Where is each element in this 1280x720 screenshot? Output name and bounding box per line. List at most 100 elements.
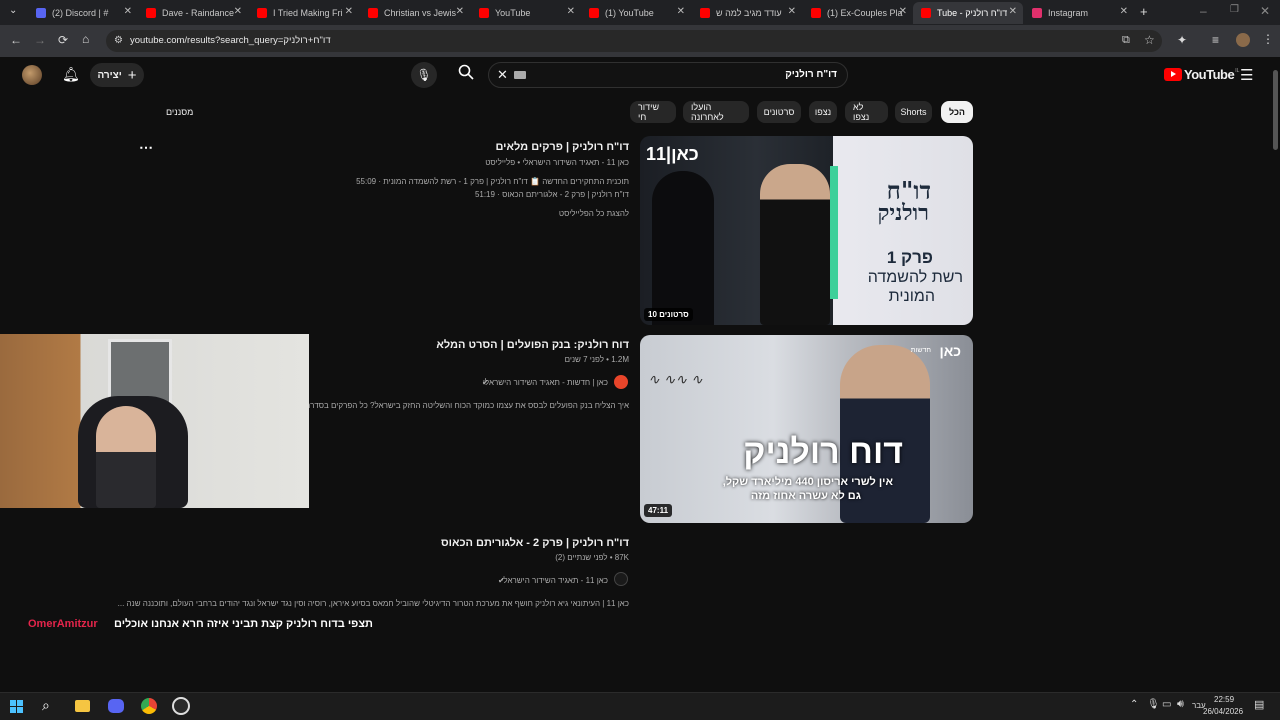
browser-tab[interactable]: YouTube ✕ (471, 2, 581, 24)
voice-search-button[interactable]: 🎙︎ (411, 62, 437, 88)
filter-chip[interactable]: סרטונים (757, 101, 801, 123)
tab-close-icon[interactable]: ✕ (456, 6, 464, 17)
browser-tab[interactable]: (2) Discord | # ✕ (28, 2, 138, 24)
url-text: youtube.com/results?search_query=דו"ח+רו… (130, 35, 331, 46)
video-count-badge: 10 סרטונים (644, 308, 693, 321)
browser-tab[interactable]: עודד מגיב למה ש ✕ (692, 2, 802, 24)
result-title[interactable]: דוח רולניק: בנק הפועלים | הסרט המלא (436, 339, 629, 351)
bookmark-star-icon[interactable]: ☆ (1144, 33, 1155, 47)
scrollbar-thumb[interactable] (1273, 70, 1278, 150)
clock-time[interactable]: 22:59 (1214, 695, 1234, 704)
result-channel[interactable]: כאן 11 - תאגיד השידור הישראלי (501, 576, 608, 585)
reload-icon[interactable]: ⟳ (58, 33, 68, 47)
windows-start-icon[interactable] (10, 700, 23, 713)
streamer-person (96, 406, 156, 508)
file-explorer-icon[interactable] (75, 700, 90, 712)
result-title[interactable]: דו"ח רולניק | פרק 2 - אלגוריתם הכאוס (441, 537, 629, 549)
network-icon[interactable]: ▭ (1162, 699, 1171, 710)
tab-close-icon[interactable]: ✕ (124, 6, 132, 17)
filter-chip[interactable]: שידור חי (630, 101, 676, 123)
extensions-icon[interactable]: ✦ (1177, 33, 1187, 47)
page-scrollbar[interactable] (1272, 58, 1280, 692)
playlist-item-1[interactable]: תוכנית התחקירים החדשה 📋 דו"ח רולניק | פר… (356, 177, 629, 186)
more-actions-icon[interactable]: ⋯ (139, 139, 153, 156)
browser-tab[interactable]: I Tried Making Fri ✕ (249, 2, 359, 24)
back-arrow-icon[interactable]: ← (10, 33, 22, 47)
minimize-icon[interactable]: – (1200, 4, 1207, 18)
search-icon (458, 64, 474, 80)
close-window-icon[interactable]: ✕ (1260, 4, 1270, 18)
tab-close-icon[interactable]: ✕ (345, 6, 353, 17)
chevron-up-icon[interactable]: ⌃ (1130, 699, 1138, 710)
browser-tab[interactable]: Dave - Raindance ✕ (138, 2, 248, 24)
profile-avatar[interactable] (1236, 33, 1250, 47)
result-channel[interactable]: כאן | חדשות - תאגיד השידור הישראלי (483, 378, 608, 387)
channel-avatar[interactable] (614, 375, 628, 389)
playlist-item-2[interactable]: דו"ח רולניק | פרק 2 - אלגוריתם הכאוס · 5… (475, 190, 629, 199)
thumb-sub-line1: רשת להשמדה (867, 269, 963, 286)
channel-avatar[interactable] (614, 572, 628, 586)
filter-chip[interactable]: הכל (941, 101, 973, 123)
search-input[interactable]: דו"ח רולניק (785, 69, 837, 80)
filter-chip[interactable]: Shorts (895, 101, 932, 123)
view-full-playlist-link[interactable]: להצגת כל הפלייליסט (559, 209, 629, 218)
chat-message: תצפי בדוח רולניק קצת תביני איזה חרא אנחנ… (114, 618, 373, 630)
media-control-icon[interactable]: ≡ (1212, 33, 1219, 47)
filters-button[interactable]: מסננים (166, 107, 193, 117)
result-title[interactable]: דו"ח רולניק | פרקים מלאים (495, 141, 629, 153)
result-views-age: 87K • לפני שנתיים (2) (555, 553, 629, 562)
clock-date[interactable]: 26/04/2026 (1203, 707, 1243, 716)
home-icon[interactable]: ⌂ (82, 32, 89, 46)
thumbnail-person-hooded (652, 171, 714, 325)
chrome-icon[interactable] (141, 698, 157, 714)
search-button[interactable] (458, 64, 474, 83)
notifications-icon[interactable]: ▤ (1254, 698, 1264, 711)
address-bar[interactable]: ⚙ youtube.com/results?search_query=דו"ח+… (106, 30, 1162, 52)
youtube-logo[interactable]: YouTube IL (1164, 67, 1239, 82)
thumb-episode: פרק 1 (886, 248, 933, 267)
tab-close-icon[interactable]: ✕ (677, 6, 685, 17)
tab-favicon-icon (589, 8, 599, 18)
search-icon[interactable]: ⌕ (42, 697, 50, 714)
browser-tab[interactable]: (1) YouTube ✕ (581, 2, 691, 24)
kan-news-sub: חדשות (910, 347, 931, 354)
tab-close-icon[interactable]: ✕ (1009, 6, 1017, 17)
forward-arrow-icon[interactable]: → (34, 33, 46, 47)
volume-icon[interactable]: 🔊︎ (1177, 698, 1184, 711)
browser-tab[interactable]: (1) Ex-Couples Pla ✕ (803, 2, 913, 24)
notifications-bell-icon[interactable]: 🔔︎ (62, 66, 80, 83)
new-tab-plus-icon[interactable]: + (1140, 4, 1148, 19)
browser-tab[interactable]: Instagram ✕ (1024, 2, 1134, 24)
media-player-icon[interactable] (172, 697, 190, 715)
filter-chip[interactable]: נצפו (809, 101, 837, 123)
microphone-tray-icon[interactable]: 🎙︎ (1147, 699, 1160, 710)
create-button[interactable]: יצירה + (90, 63, 144, 87)
video-thumbnail[interactable]: ∿ ∿∿ ∿ כאן חדשות דוח רולניק אין לשרי ארי… (640, 335, 973, 523)
keyboard-icon[interactable] (514, 71, 526, 79)
restore-icon[interactable]: ❐ (1230, 4, 1239, 15)
windows-taskbar: ⌕ ⌃ 🎙︎ ▭ 🔊︎ עבר 22:59 26/04/2026 ▤ (0, 692, 1280, 720)
thumb-sub-line2: המונית (888, 288, 935, 305)
browser-menu-icon[interactable]: ⋮ (1262, 32, 1274, 46)
site-info-icon[interactable]: ⚙ (114, 35, 123, 46)
clear-search-icon[interactable]: ✕ (497, 67, 508, 83)
result-channel[interactable]: כאן 11 - תאגיד השידור הישראלי • פלייליסט (485, 158, 629, 167)
browser-tab[interactable]: Tube - דו"ח רולניק ✕ (913, 2, 1023, 24)
discord-icon[interactable] (108, 699, 124, 713)
tab-list-chevron-icon[interactable]: ⌄ (9, 5, 17, 16)
tab-close-icon[interactable]: ✕ (567, 6, 575, 17)
tab-favicon-icon (921, 8, 931, 18)
create-label: יצירה (97, 69, 122, 81)
playlist-thumbnail[interactable]: כאן|11 דו"ח רולניק פרק 1 רשת להשמדה המונ… (640, 136, 973, 325)
account-avatar[interactable] (22, 65, 42, 85)
search-box[interactable]: ✕ דו"ח רולניק (488, 62, 848, 88)
browser-tab[interactable]: Christian vs Jewis ✕ (360, 2, 470, 24)
guide-menu-icon[interactable]: ☰ (1240, 66, 1253, 84)
tab-close-icon[interactable]: ✕ (1120, 6, 1128, 17)
filter-chip[interactable]: לא נצפו (845, 101, 888, 123)
tab-close-icon[interactable]: ✕ (899, 6, 907, 17)
tab-close-icon[interactable]: ✕ (234, 6, 242, 17)
tab-close-icon[interactable]: ✕ (788, 6, 796, 17)
install-app-icon[interactable]: ⧉ (1122, 34, 1130, 47)
filter-chip[interactable]: הועלו לאחרונה (683, 101, 749, 123)
